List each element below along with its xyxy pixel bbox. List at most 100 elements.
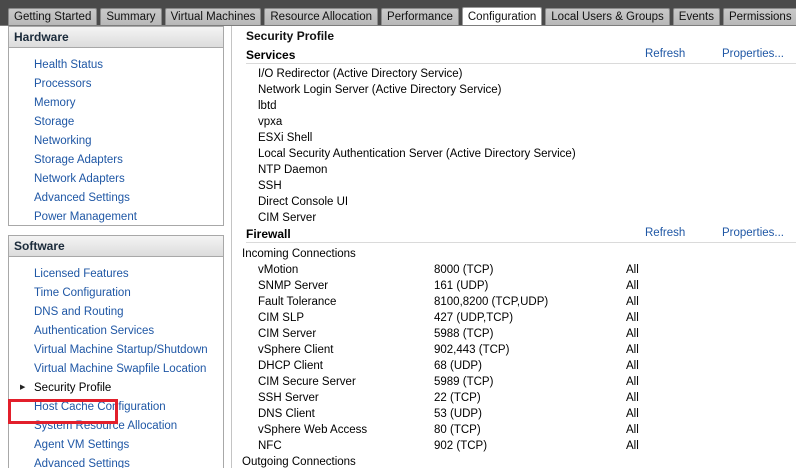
rule-scope: All <box>626 264 639 276</box>
rule-scope: All <box>626 408 639 420</box>
link-label: Security Profile <box>34 382 112 394</box>
tab-local-users-groups[interactable]: Local Users & Groups <box>545 8 670 26</box>
selected-arrow-icon: ▶ <box>20 384 26 391</box>
rule-name: SNMP Server <box>258 280 329 292</box>
tab-summary[interactable]: Summary <box>100 8 162 26</box>
tab-performance[interactable]: Performance <box>381 8 459 26</box>
rule-ports: 22 (TCP) <box>434 392 481 404</box>
tab-virtual-machines[interactable]: Virtual Machines <box>164 8 262 26</box>
rule-name: Fault Tolerance <box>258 296 337 308</box>
link-label: Advanced Settings <box>34 192 130 204</box>
service-item: I/O Redirector (Active Directory Service… <box>258 68 463 80</box>
link-label: Storage <box>34 116 75 128</box>
firewall-row: vSphere Client 902,443 (TCP) All <box>258 342 778 358</box>
link-label: Health Status <box>34 59 104 71</box>
software-item-host-cache-configuration[interactable]: Host Cache Configuration <box>9 398 223 417</box>
rule-scope: All <box>626 280 639 292</box>
link-label: System Resource Allocation <box>34 420 178 432</box>
hardware-item-memory[interactable]: Memory <box>9 94 223 113</box>
link-label: Virtual Machine Swapfile Location <box>34 363 207 375</box>
rule-scope: All <box>626 392 639 404</box>
firewall-row: SNMP Server 161 (UDP) All <box>258 278 778 294</box>
hardware-link-list: Health Status Processors Memory Storage Netw… <box>9 48 223 227</box>
firewall-row: CIM Server 5988 (TCP) All <box>258 326 778 342</box>
rule-name: NFC <box>258 440 282 452</box>
link-label: Time Configuration <box>34 287 131 299</box>
hardware-header: Hardware <box>9 27 223 48</box>
hardware-item-networking[interactable]: Networking <box>9 132 223 151</box>
rule-ports: 902 (TCP) <box>434 440 488 452</box>
tab-permissions[interactable]: Permissions <box>722 8 796 26</box>
service-item: lbtd <box>258 100 277 112</box>
rule-scope: All <box>626 312 639 324</box>
rule-ports: 53 (UDP) <box>434 408 482 420</box>
hardware-item-advanced-settings[interactable]: Advanced Settings <box>9 189 223 208</box>
link-label: Virtual Machine Startup/Shutdown <box>34 344 208 356</box>
link-label: Authentication Services <box>34 325 155 337</box>
software-item-system-resource-allocation[interactable]: System Resource Allocation <box>9 417 223 436</box>
services-refresh-link[interactable]: Refresh <box>645 48 685 60</box>
service-item: ESXi Shell <box>258 132 313 144</box>
firewall-row: SSH Server 22 (TCP) All <box>258 390 778 406</box>
software-item-licensed-features[interactable]: Licensed Features <box>9 265 223 284</box>
hardware-item-storage[interactable]: Storage <box>9 113 223 132</box>
tab-resource-allocation[interactable]: Resource Allocation <box>264 8 379 26</box>
rule-name: CIM Server <box>258 328 317 340</box>
tab-getting-started[interactable]: Getting Started <box>8 8 98 26</box>
rule-scope: All <box>626 360 639 372</box>
rule-ports: 427 (UDP,TCP) <box>434 312 514 324</box>
service-item: Network Login Server (Active Directory S… <box>258 84 502 96</box>
link-label: Memory <box>34 97 76 109</box>
service-item: Local Security Authentication Server (Ac… <box>258 148 576 160</box>
rule-name: SSH Server <box>258 392 319 404</box>
rule-ports: 68 (UDP) <box>434 360 482 372</box>
firewall-row: vMotion 8000 (TCP) All <box>258 262 778 278</box>
software-item-agent-vm-settings[interactable]: Agent VM Settings <box>9 436 223 455</box>
services-properties-link[interactable]: Properties... <box>722 48 784 60</box>
link-label: Licensed Features <box>34 268 129 280</box>
software-item-virtual-machine-startup-shutdown[interactable]: Virtual Machine Startup/Shutdown <box>9 341 223 360</box>
hardware-item-health-status[interactable]: Health Status <box>9 56 223 75</box>
link-label: Agent VM Settings <box>34 439 130 451</box>
service-item: CIM Server <box>258 212 317 224</box>
rule-scope: All <box>626 376 639 388</box>
software-link-list: Licensed Features Time Configuration DNS a… <box>9 257 223 468</box>
services-section-header: Services Refresh Properties... <box>246 48 796 64</box>
hardware-item-storage-adapters[interactable]: Storage Adapters <box>9 151 223 170</box>
rule-ports: 5989 (TCP) <box>434 376 494 388</box>
link-label: Processors <box>34 78 92 90</box>
software-item-advanced-settings[interactable]: Advanced Settings <box>9 455 223 468</box>
firewall-incoming-table: vMotion 8000 (TCP) All SNMP Server 161 (UDP)… <box>258 262 778 454</box>
rule-name: vSphere Client <box>258 344 334 356</box>
firewall-refresh-link[interactable]: Refresh <box>645 227 685 239</box>
software-item-security-profile[interactable]: ▶ Security Profile <box>9 379 223 398</box>
firewall-row: DHCP Client 68 (UDP) All <box>258 358 778 374</box>
rule-ports: 5988 (TCP) <box>434 328 494 340</box>
service-item: Direct Console UI <box>258 196 349 208</box>
hardware-item-network-adapters[interactable]: Network Adapters <box>9 170 223 189</box>
link-label: Host Cache Configuration <box>34 401 166 413</box>
link-label: Network Adapters <box>34 173 125 185</box>
software-item-time-configuration[interactable]: Time Configuration <box>9 284 223 303</box>
software-item-virtual-machine-swapfile-location[interactable]: Virtual Machine Swapfile Location <box>9 360 223 379</box>
tab-configuration[interactable]: Configuration <box>461 7 543 26</box>
main-content: Security Profile Services Refresh Proper… <box>236 26 796 468</box>
rule-scope: All <box>626 328 639 340</box>
firewall-row: CIM Secure Server 5989 (TCP) All <box>258 374 778 390</box>
tab-events[interactable]: Events <box>672 8 720 26</box>
software-section: Software Licensed Features Time Configura… <box>8 235 224 468</box>
software-item-dns-and-routing[interactable]: DNS and Routing <box>9 303 223 322</box>
software-item-authentication-services[interactable]: Authentication Services <box>9 322 223 341</box>
tab-strip: Getting Started Summary Virtual Machines Re… <box>8 7 796 26</box>
hardware-item-power-management[interactable]: Power Management <box>9 208 223 227</box>
firewall-row: CIM SLP 427 (UDP,TCP) All <box>258 310 778 326</box>
link-label: DNS and Routing <box>34 306 124 318</box>
rule-ports: 8100,8200 (TCP,UDP) <box>434 296 549 308</box>
rule-name: vSphere Web Access <box>258 424 368 436</box>
service-item: SSH <box>258 180 282 192</box>
hardware-item-processors[interactable]: Processors <box>9 75 223 94</box>
firewall-properties-link[interactable]: Properties... <box>722 227 784 239</box>
incoming-connections-label: Incoming Connections <box>242 248 356 260</box>
rule-name: vMotion <box>258 264 299 276</box>
firewall-row: DNS Client 53 (UDP) All <box>258 406 778 422</box>
